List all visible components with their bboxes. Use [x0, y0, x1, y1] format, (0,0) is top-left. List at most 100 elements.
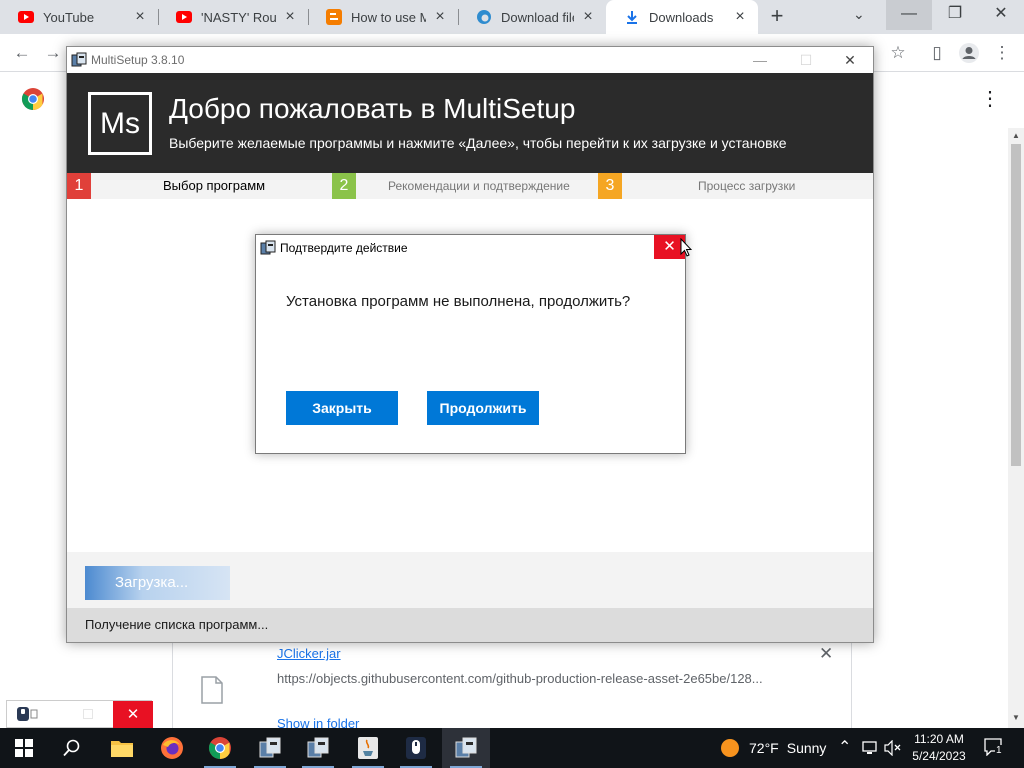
- remove-download-icon[interactable]: ✕: [819, 644, 833, 664]
- dialog-titlebar: Подтвердите действие ✕: [256, 235, 685, 260]
- folder-icon: [111, 741, 133, 757]
- close-button[interactable]: ✕: [827, 47, 873, 73]
- step-1-label: Выбор программ: [163, 178, 266, 193]
- step-3-number: 3: [598, 173, 622, 199]
- taskbar-mouse-app[interactable]: [392, 728, 440, 768]
- close-tab-icon[interactable]: ×: [732, 9, 748, 25]
- step-1-number: 1: [67, 173, 91, 199]
- tab-how-to-use[interactable]: How to use Ma ×: [308, 0, 458, 34]
- clock-date: 5/24/2023: [912, 749, 966, 763]
- installer-icon: [307, 737, 329, 758]
- download-icon: [627, 11, 637, 24]
- scrollbar-thumb[interactable]: [1011, 144, 1021, 466]
- setup-steps-bar: 1 Выбор программ 2 Рекомендации и подтве…: [67, 173, 873, 199]
- tab-youtube[interactable]: YouTube ×: [0, 0, 158, 34]
- installer-icon: [259, 737, 281, 758]
- close-tab-icon[interactable]: ×: [282, 9, 298, 25]
- sun-icon: [721, 739, 739, 757]
- tab-download-file[interactable]: Download file C ×: [458, 0, 606, 34]
- tab-search-icon[interactable]: ⌄: [853, 6, 865, 23]
- notifications-button[interactable]: 1: [984, 738, 1004, 759]
- welcome-heading: Добро пожаловать в MultiSetup: [169, 93, 576, 124]
- search-button[interactable]: [48, 728, 96, 768]
- floating-mini-window: ✕: [6, 700, 153, 728]
- continue-button[interactable]: Продолжить: [427, 391, 539, 425]
- multisetup-app-icon: [260, 240, 276, 255]
- close-tab-icon[interactable]: ×: [432, 9, 448, 25]
- network-icon[interactable]: [862, 740, 880, 756]
- browser-tab-strip: YouTube × 'NASTY' Route F × How to use M…: [0, 0, 1024, 34]
- multisetup-logo: Ms: [88, 92, 152, 155]
- window-restore-button[interactable]: ❐: [932, 0, 978, 30]
- installer-icon: [455, 737, 477, 758]
- taskbar-firefox[interactable]: [148, 728, 196, 768]
- widget-close-button[interactable]: ✕: [113, 701, 153, 728]
- notification-count: 1: [995, 745, 1003, 756]
- multisetup-footer: Загрузка...: [67, 552, 873, 608]
- close-button[interactable]: Закрыть: [286, 391, 398, 425]
- tab-title: 'NASTY' Route F: [201, 9, 276, 25]
- window-minimize-button[interactable]: —: [886, 0, 932, 30]
- system-clock[interactable]: 11:20 AM 5/24/2023: [906, 731, 972, 765]
- bookmark-star-icon[interactable]: ☆: [887, 42, 909, 64]
- close-tab-icon[interactable]: ×: [580, 9, 596, 25]
- status-text: Получение списка программ...: [85, 617, 269, 632]
- browser-menu-icon[interactable]: ⋮: [991, 42, 1013, 64]
- restore-square-icon[interactable]: [83, 709, 93, 719]
- file-icon: [201, 676, 223, 704]
- tab-title: Download file C: [501, 9, 574, 25]
- java-icon: [358, 737, 378, 759]
- profile-avatar-icon[interactable]: [958, 42, 980, 64]
- scroll-up-icon[interactable]: ▲: [1012, 131, 1020, 140]
- weather-condition: Sunny: [786, 740, 827, 756]
- tab-nasty-route[interactable]: 'NASTY' Route F ×: [158, 0, 308, 34]
- mouse-app-icon: [17, 707, 38, 721]
- taskbar-chrome[interactable]: [196, 728, 244, 768]
- weather-temperature: 72°F: [749, 740, 779, 756]
- youtube-icon: [18, 11, 34, 23]
- chrome-icon: [209, 737, 231, 759]
- tab-title: How to use Ma: [351, 9, 426, 25]
- taskbar-file-explorer[interactable]: [98, 728, 146, 768]
- multisetup-app-icon: [71, 52, 87, 67]
- maximize-button[interactable]: ☐: [783, 47, 829, 73]
- mouse-cursor-icon: [680, 238, 692, 257]
- chrome-logo-icon: [22, 88, 44, 110]
- new-tab-button[interactable]: +: [766, 5, 788, 28]
- windows-logo-icon: [15, 739, 33, 757]
- search-icon: [63, 739, 80, 757]
- clock-time: 11:20 AM: [914, 732, 964, 746]
- chevron-up-icon[interactable]: ⌃: [838, 737, 851, 757]
- taskbar-installer-1[interactable]: [246, 728, 294, 768]
- window-close-button[interactable]: ✕: [978, 0, 1024, 30]
- scroll-down-icon[interactable]: ▼: [1012, 713, 1020, 722]
- taskbar-installer-2[interactable]: [294, 728, 342, 768]
- tab-title: Downloads: [649, 9, 714, 25]
- edge-icon: [477, 10, 491, 24]
- volume-muted-icon[interactable]: [884, 740, 902, 756]
- blogger-icon: [326, 9, 342, 25]
- page-scrollbar[interactable]: ▲ ▼: [1008, 128, 1024, 728]
- downloads-menu-icon[interactable]: ⋮: [980, 88, 1000, 110]
- taskbar-java[interactable]: [344, 728, 392, 768]
- download-filename-link[interactable]: JClicker.jar: [277, 646, 341, 661]
- tab-title: YouTube: [43, 9, 95, 25]
- minimize-button[interactable]: —: [737, 47, 783, 73]
- mouse-icon: [406, 737, 426, 759]
- back-arrow-icon[interactable]: ←: [11, 42, 33, 64]
- forward-arrow-icon[interactable]: →: [42, 42, 64, 64]
- loading-button: Загрузка...: [85, 566, 230, 600]
- step-2-number: 2: [332, 173, 356, 199]
- windows-taskbar: 72°F Sunny ⌃ 11:20 AM 5/24/2023 1: [0, 728, 1024, 768]
- taskbar-multisetup[interactable]: [442, 728, 490, 768]
- status-bar: Получение списка программ...: [67, 608, 873, 642]
- weather-widget[interactable]: 72°F Sunny: [720, 728, 826, 768]
- youtube-icon: [176, 11, 192, 23]
- dialog-message: Установка программ не выполнена, продолж…: [286, 293, 631, 310]
- close-tab-icon[interactable]: ×: [132, 9, 148, 25]
- start-button[interactable]: [0, 728, 48, 768]
- step-3-label: Процесс загрузки: [698, 179, 796, 193]
- side-panel-icon[interactable]: ▯: [926, 42, 948, 64]
- tab-downloads[interactable]: Downloads ×: [606, 0, 758, 34]
- confirm-dialog: Подтвердите действие ✕ Установка програм…: [255, 234, 686, 454]
